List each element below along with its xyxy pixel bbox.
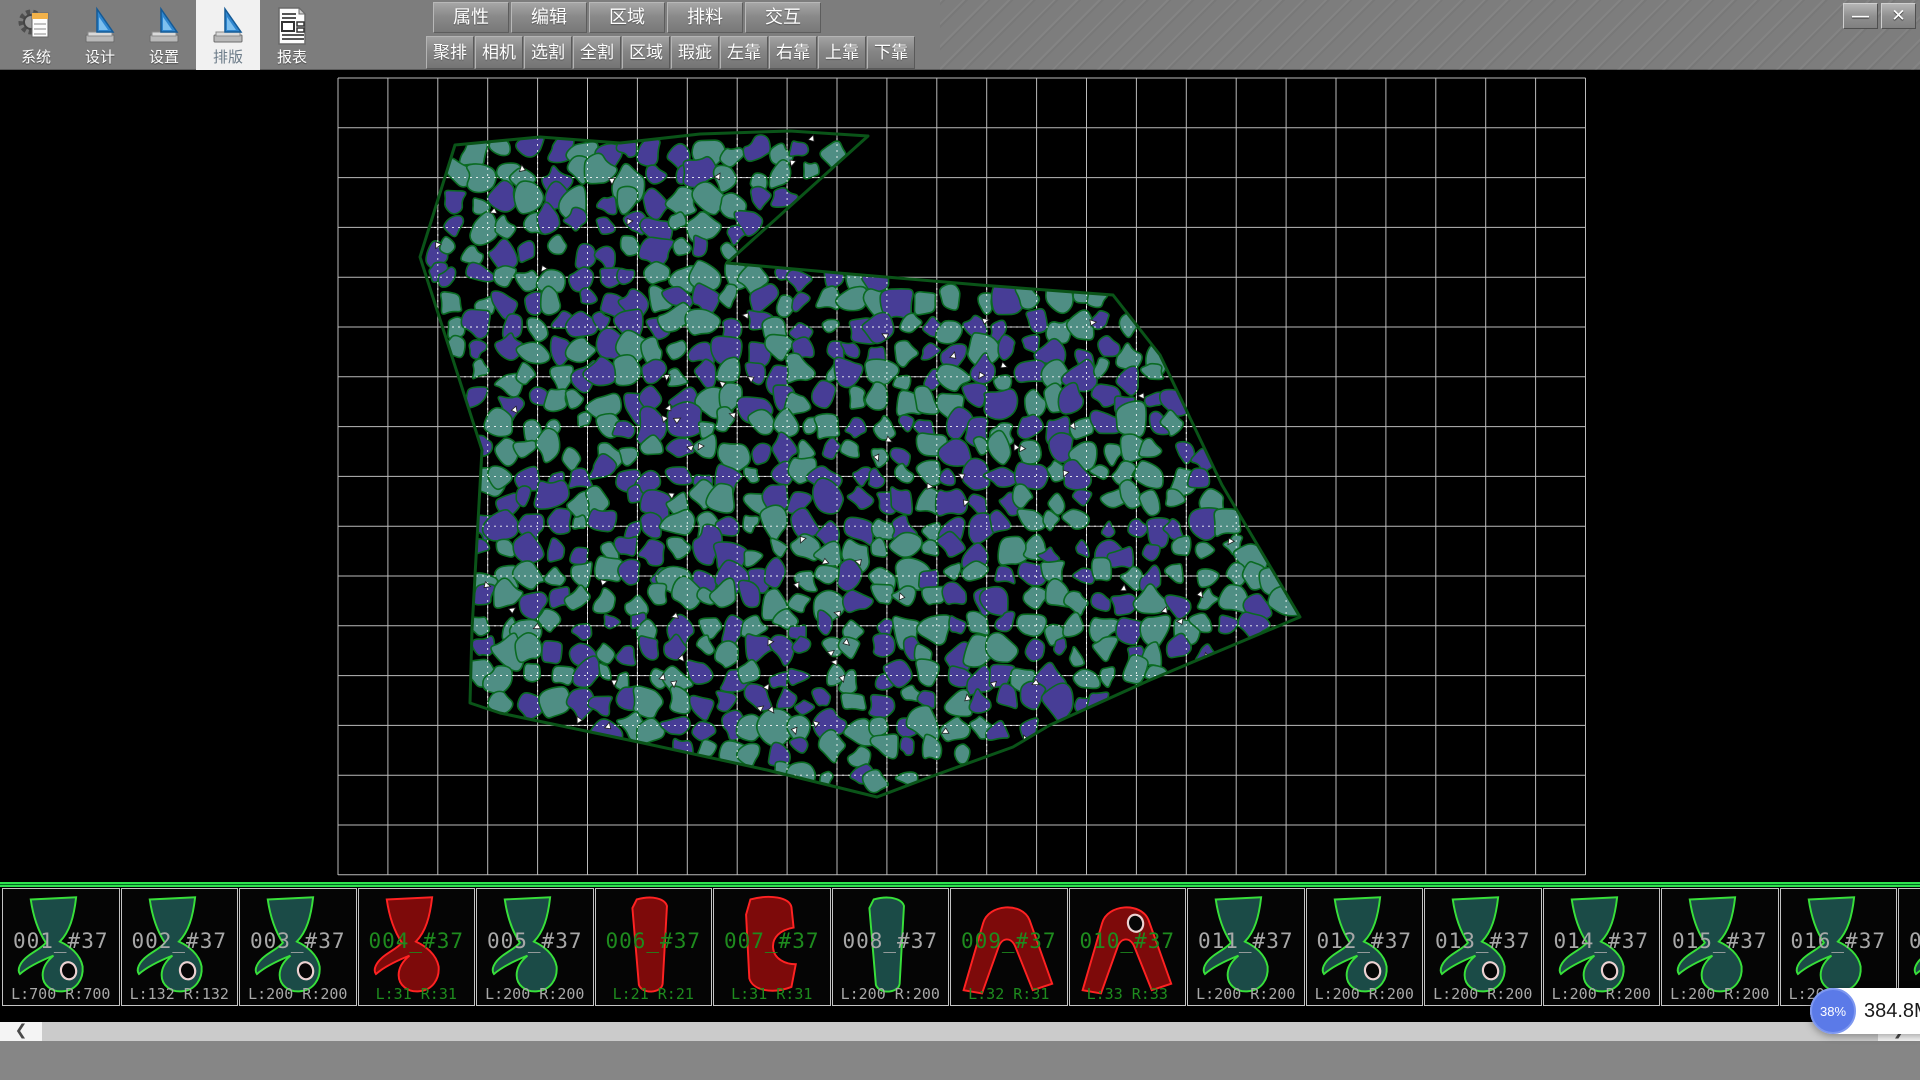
ruler-icon — [208, 4, 248, 48]
piece-thumbnail-1[interactable]: 001_#37 L:700 R:700 — [2, 888, 120, 1006]
piece-thumbnail-12[interactable]: 012_#37 L:200 R:200 — [1306, 888, 1424, 1006]
tool-button-10[interactable]: 下靠 — [867, 36, 915, 69]
tool-button-6[interactable]: 瑕疵 — [671, 36, 719, 69]
piece-lr-count: L:200 R:200 — [1544, 985, 1660, 1003]
piece-id: 005_#37 — [477, 929, 593, 953]
menu-button-3[interactable]: 区域 — [589, 2, 665, 33]
tool-button-2[interactable]: 相机 — [475, 36, 523, 69]
nav-tab-2[interactable]: 设计 — [68, 0, 132, 70]
piece-lr-count: L:32 R:31 — [951, 985, 1067, 1003]
piece-thumbnail-10[interactable]: 010_#37 L:33 R:33 — [1069, 888, 1187, 1006]
piece-thumbnail-3[interactable]: 003_#37 L:200 R:200 — [239, 888, 357, 1006]
piece-lr-count: L:200 R:200 — [477, 985, 593, 1003]
piece-thumbnail-7[interactable]: 007_#37 L:31 R:31 — [713, 888, 831, 1006]
nesting-canvas[interactable] — [0, 71, 1920, 882]
piece-id: 014_#37 — [1544, 929, 1660, 953]
piece-lr-count: L:200 R:200 — [1307, 985, 1423, 1003]
piece-thumbnail-9[interactable]: 009_#37 L:32 R:31 — [950, 888, 1068, 1006]
piece-thumbnail-6[interactable]: 006_#37 L:21 R:21 — [595, 888, 713, 1006]
tool-button-3[interactable]: 选割 — [524, 36, 572, 69]
piece-lr-count: L:132 R:132 — [122, 985, 238, 1003]
nav-tab-5[interactable]: 报表 — [260, 0, 324, 70]
nav-tab-4[interactable]: 排版 — [196, 0, 260, 70]
piece-list: 001_#37 L:700 R:700 002_#37 L:132 R:132 … — [2, 888, 1920, 1006]
piece-lr-count: L:200 R:200 — [833, 985, 949, 1003]
piece-lr-count: L:31 R:31 — [714, 985, 830, 1003]
nav-tab-label: 设计 — [85, 48, 115, 68]
bottom-bar — [0, 1041, 1920, 1080]
menu-button-1[interactable]: 属性 — [433, 2, 509, 33]
nav-tabs: 系统 设计 设置 排版 报表 — [4, 0, 324, 70]
piece-lr-count: L:31 R:31 — [359, 985, 475, 1003]
nav-tab-label: 排版 — [213, 48, 243, 68]
piece-thumbnail-14[interactable]: 014_#37 L:200 R:200 — [1543, 888, 1661, 1006]
piece-lr-count: L:21 R:21 — [596, 985, 712, 1003]
scroll-left-icon[interactable]: ❮ — [0, 1022, 42, 1041]
close-button[interactable]: ✕ — [1881, 3, 1916, 29]
tool-button-7[interactable]: 左靠 — [720, 36, 768, 69]
piece-id: 002_#37 — [122, 929, 238, 953]
piece-id: 017_#37 — [1899, 929, 1920, 953]
canvas-svg — [0, 71, 1920, 882]
memory-badge[interactable]: 38% 384.8M — [1810, 988, 1920, 1034]
piece-id: 015_#37 — [1662, 929, 1778, 953]
piece-thumbnail-4[interactable]: 004_#37 L:31 R:31 — [358, 888, 476, 1006]
progress-percent-badge: 38% — [1810, 988, 1856, 1034]
piece-id: 012_#37 — [1307, 929, 1423, 953]
piece-lr-count: L:33 R:33 — [1070, 985, 1186, 1003]
nav-tab-label: 报表 — [277, 48, 307, 68]
piece-id: 009_#37 — [951, 929, 1067, 953]
piece-id: 001_#37 — [3, 929, 119, 953]
titlebar-hatch — [940, 0, 1920, 70]
piece-thumbnail-5[interactable]: 005_#37 L:200 R:200 — [476, 888, 594, 1006]
piece-id: 007_#37 — [714, 929, 830, 953]
piece-id: 006_#37 — [596, 929, 712, 953]
nav-tab-label: 设置 — [149, 48, 179, 68]
report-icon — [272, 4, 312, 48]
menu-button-2[interactable]: 编辑 — [511, 2, 587, 33]
tool-button-9[interactable]: 上靠 — [818, 36, 866, 69]
ruler-icon — [144, 4, 184, 48]
gear-icon — [16, 4, 56, 48]
piece-id: 004_#37 — [359, 929, 475, 953]
tool-button-1[interactable]: 聚排 — [426, 36, 474, 69]
piece-id: 008_#37 — [833, 929, 949, 953]
piece-thumbnail-8[interactable]: 008_#37 L:200 R:200 — [832, 888, 950, 1006]
piece-thumbnail-2[interactable]: 002_#37 L:132 R:132 — [121, 888, 239, 1006]
tool-row: 聚排相机选割全割区域瑕疵左靠右靠上靠下靠 — [426, 36, 915, 69]
minimize-button[interactable]: — — [1843, 3, 1878, 29]
nav-tab-3[interactable]: 设置 — [132, 0, 196, 70]
window-controls: — ✕ — [1843, 3, 1916, 29]
nav-tab-label: 系统 — [21, 48, 51, 68]
ruler-icon — [80, 4, 120, 48]
tool-button-5[interactable]: 区域 — [622, 36, 670, 69]
piece-thumbnail-strip: 001_#37 L:700 R:700 002_#37 L:132 R:132 … — [0, 882, 1920, 1022]
tool-button-8[interactable]: 右靠 — [769, 36, 817, 69]
piece-lr-count: L:200 R:200 — [240, 985, 356, 1003]
piece-id: 013_#37 — [1425, 929, 1541, 953]
piece-lr-count: L:700 R:700 — [3, 985, 119, 1003]
menu-button-5[interactable]: 交互 — [745, 2, 821, 33]
piece-lr-count: L:200 R:200 — [1188, 985, 1304, 1003]
piece-id: 003_#37 — [240, 929, 356, 953]
nav-tab-1[interactable]: 系统 — [4, 0, 68, 70]
piece-id: 011_#37 — [1188, 929, 1304, 953]
memory-value: 384.8M — [1864, 1000, 1920, 1023]
piece-id: 010_#37 — [1070, 929, 1186, 953]
tool-button-4[interactable]: 全割 — [573, 36, 621, 69]
horizontal-scrollbar[interactable]: ❮ ❯ — [0, 1022, 1920, 1041]
piece-thumbnail-15[interactable]: 015_#37 L:200 R:200 — [1661, 888, 1779, 1006]
piece-thumbnail-11[interactable]: 011_#37 L:200 R:200 — [1187, 888, 1305, 1006]
piece-lr-count: L:200 R:200 — [1425, 985, 1541, 1003]
menu-button-4[interactable]: 排料 — [667, 2, 743, 33]
piece-thumbnail-13[interactable]: 013_#37 L:200 R:200 — [1424, 888, 1542, 1006]
menu-row: 属性编辑区域排料交互 — [433, 2, 821, 33]
top-toolbar: 系统 设计 设置 排版 报表 属性编辑区域排料交互 聚排相机选割全割区域瑕疵左靠… — [0, 0, 1920, 70]
piece-lr-count: L:200 R:200 — [1662, 985, 1778, 1003]
piece-id: 016_#37 — [1781, 929, 1897, 953]
